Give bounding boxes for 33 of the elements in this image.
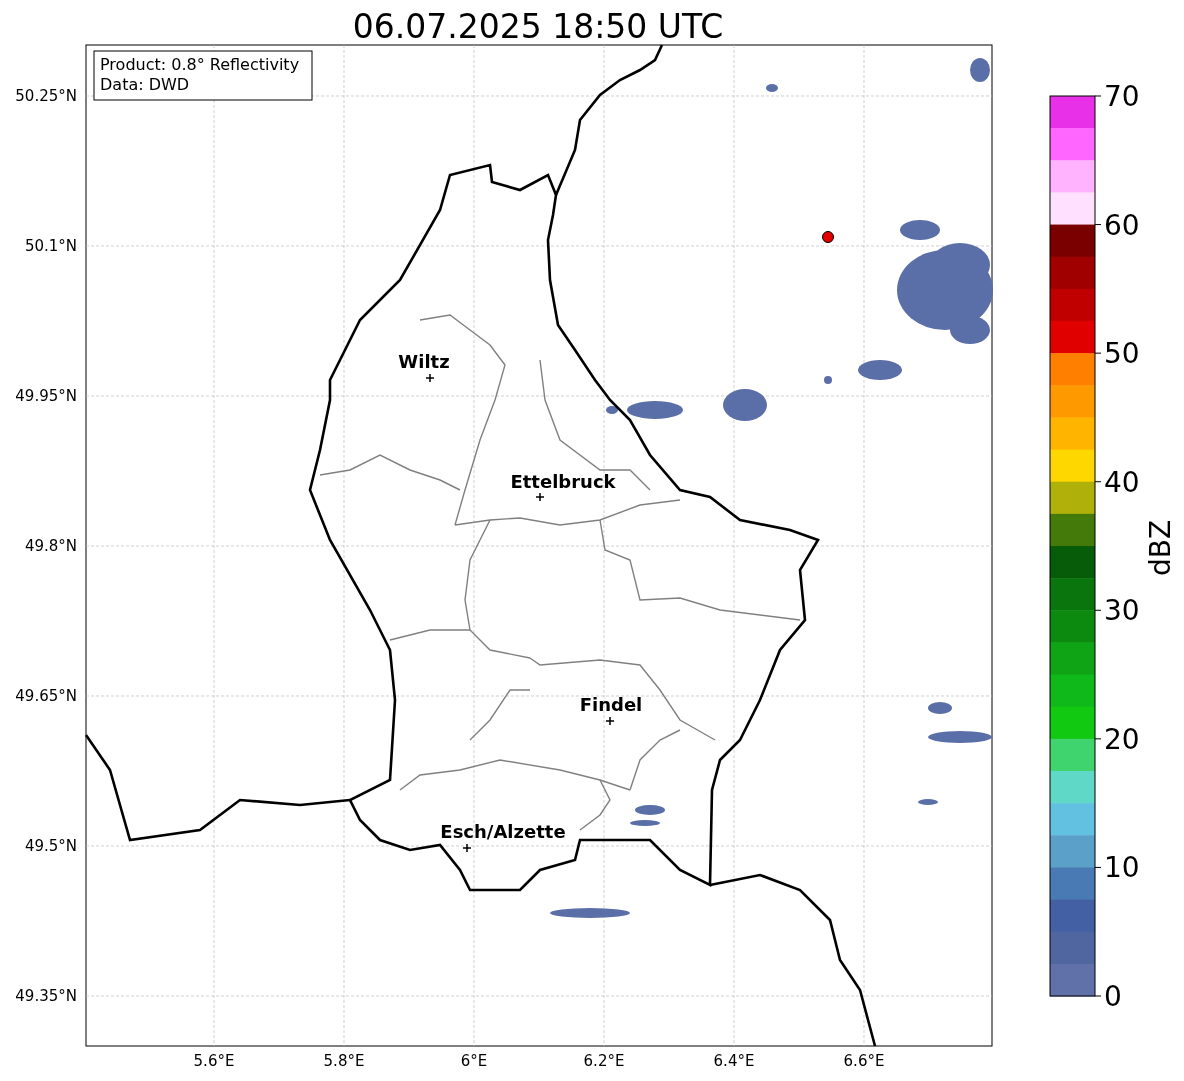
info-text: Data: DWD	[100, 75, 190, 94]
colorbar-tick-label: 40	[1104, 465, 1140, 499]
colorbar-tick-label: 60	[1104, 208, 1140, 242]
city-label: Findel	[579, 694, 643, 715]
longitude-label: 6.2°E	[583, 1052, 625, 1070]
colorbar-tick-label: 50	[1104, 337, 1140, 371]
longitude-label: 5.8°E	[323, 1052, 365, 1070]
colorbar-tick-label: 70	[1104, 80, 1140, 113]
info-text: Product: 0.8° Reflectivity	[100, 55, 300, 74]
city-label: Ettelbruck	[510, 471, 616, 492]
city-label: Wiltz	[398, 351, 450, 372]
city-marker-icon	[462, 843, 472, 853]
colorbar-tick-label: 0	[1104, 980, 1122, 1013]
latitude-label: 49.35°N	[15, 987, 77, 1005]
colorbar-tick-label: 10	[1104, 851, 1140, 885]
longitude-label: 5.6°E	[193, 1052, 235, 1070]
latitude-label: 49.8°N	[24, 537, 77, 555]
longitude-label: 6.6°E	[843, 1052, 885, 1070]
colorbar-tick-label: 30	[1104, 594, 1140, 628]
latitude-label: 49.95°N	[15, 387, 77, 405]
chart-title: 06.07.2025 18:50 UTC	[352, 7, 724, 46]
colorbar-label: dBZ	[1144, 519, 1177, 577]
latitude-label: 49.5°N	[24, 837, 77, 855]
city-marker-icon	[605, 716, 615, 726]
colorbar-tick-label: 20	[1104, 722, 1140, 756]
longitude-label: 6°E	[460, 1052, 488, 1070]
city-marker-icon	[425, 373, 435, 383]
city-label: Esch/Alzette	[440, 821, 566, 842]
latitude-label: 50.1°N	[24, 237, 77, 255]
city-marker-icon	[535, 492, 545, 502]
longitude-label: 6.4°E	[713, 1052, 755, 1070]
latitude-label: 50.25°N	[15, 87, 77, 105]
latitude-label: 49.65°N	[15, 687, 77, 705]
